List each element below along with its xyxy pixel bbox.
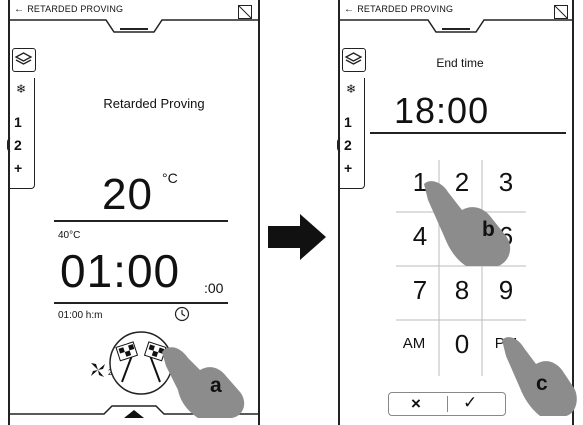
arrow-right-icon bbox=[268, 214, 326, 260]
oven-screen-retarded-proving: ← RETARDED PROVING ❄ 1 2 + Retarded Provi… bbox=[7, 0, 260, 425]
temperature-value[interactable]: 20 bbox=[102, 170, 153, 220]
tab-2[interactable]: 2 bbox=[14, 137, 22, 153]
clock-icon bbox=[174, 306, 190, 322]
fan-icon[interactable] bbox=[88, 360, 108, 380]
chevron-up-icon bbox=[124, 410, 144, 418]
cancel-button[interactable]: × bbox=[411, 394, 421, 414]
end-time-title: End time bbox=[436, 56, 484, 70]
close-icon[interactable] bbox=[554, 5, 568, 19]
duration-value[interactable]: 01:00 bbox=[60, 244, 180, 298]
divider bbox=[54, 302, 228, 304]
key-7[interactable]: 7 bbox=[402, 272, 438, 308]
side-tabs: ❄ 1 2 + bbox=[337, 48, 368, 189]
tab-add[interactable]: + bbox=[344, 160, 352, 176]
back-arrow-icon: ← bbox=[344, 4, 355, 15]
divider bbox=[54, 220, 228, 222]
divider bbox=[370, 132, 566, 134]
program-title: Retarded Proving bbox=[103, 96, 205, 111]
back-button[interactable]: ← RETARDED PROVING bbox=[14, 4, 123, 15]
selected-tab-marker bbox=[7, 138, 12, 152]
button-divider bbox=[447, 396, 448, 412]
layers-icon bbox=[344, 52, 363, 65]
duration-format: 01:00 h:m bbox=[58, 310, 103, 321]
top-bar: ← RETARDED PROVING bbox=[10, 0, 258, 33]
layers-icon bbox=[14, 52, 33, 65]
layers-button[interactable] bbox=[12, 48, 36, 72]
duration-seconds: :00 bbox=[204, 280, 224, 296]
back-button[interactable]: ← RETARDED PROVING bbox=[344, 4, 453, 15]
key-am[interactable]: AM bbox=[396, 326, 432, 362]
layers-button[interactable] bbox=[342, 48, 366, 72]
selected-tab-marker bbox=[337, 138, 342, 152]
confirm-button[interactable]: ✓ bbox=[463, 393, 477, 413]
key-0[interactable]: 0 bbox=[444, 326, 480, 362]
tab-1[interactable]: 1 bbox=[344, 114, 352, 130]
key-9[interactable]: 9 bbox=[488, 272, 524, 308]
close-icon[interactable] bbox=[238, 5, 252, 19]
action-bar: × ✓ bbox=[388, 392, 506, 416]
top-bar: ← RETARDED PROVING bbox=[340, 0, 572, 33]
hand-pointer-icon bbox=[424, 181, 511, 266]
temperature-unit: °C bbox=[162, 170, 178, 186]
back-arrow-icon: ← bbox=[14, 4, 25, 15]
callout-c: c bbox=[536, 372, 548, 395]
oven-screen-end-time: ← RETARDED PROVING ❄ 1 2 + End time 18:00… bbox=[337, 0, 577, 425]
callout-b: b bbox=[482, 218, 495, 241]
snowflake-icon: ❄ bbox=[346, 82, 357, 96]
tab-add[interactable]: + bbox=[14, 160, 22, 176]
tab-1[interactable]: 1 bbox=[14, 114, 22, 130]
probe-temperature: 40°C bbox=[58, 230, 81, 241]
tab-2[interactable]: 2 bbox=[344, 137, 352, 153]
key-8[interactable]: 8 bbox=[444, 272, 480, 308]
hand-pointer-icon bbox=[162, 347, 245, 418]
snowflake-icon: ❄ bbox=[16, 82, 27, 96]
end-time-value: 18:00 bbox=[394, 90, 490, 131]
callout-a: a bbox=[210, 374, 222, 397]
side-tabs: ❄ 1 2 + bbox=[7, 48, 38, 189]
